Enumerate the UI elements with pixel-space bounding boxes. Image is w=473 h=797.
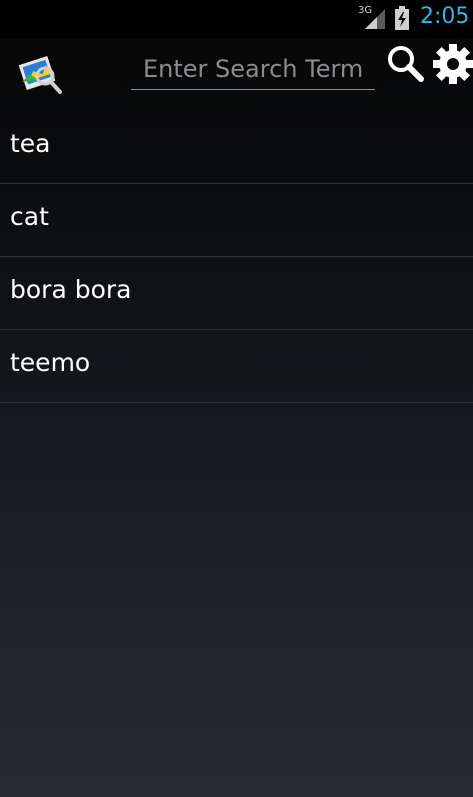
list-item[interactable]: tea	[0, 111, 473, 184]
status-bar: 3G 2:05	[0, 0, 473, 38]
search-history-list: tea cat bora bora teemo	[0, 111, 473, 403]
list-item-label: tea	[10, 129, 51, 158]
battery-charging-icon	[395, 6, 409, 30]
search-icon[interactable]	[386, 44, 426, 84]
action-bar	[0, 38, 473, 111]
list-item-label: bora bora	[10, 275, 132, 304]
list-item-label: teemo	[10, 348, 91, 377]
search-input[interactable]	[131, 48, 375, 90]
list-item[interactable]: teemo	[0, 330, 473, 403]
signal-icon	[365, 9, 385, 29]
gear-icon[interactable]	[433, 42, 473, 86]
photo-search-logo-icon[interactable]	[18, 52, 64, 96]
status-clock: 2:05	[420, 4, 470, 29]
list-item-label: cat	[10, 202, 49, 231]
list-item[interactable]: bora bora	[0, 257, 473, 330]
list-item[interactable]: cat	[0, 184, 473, 257]
